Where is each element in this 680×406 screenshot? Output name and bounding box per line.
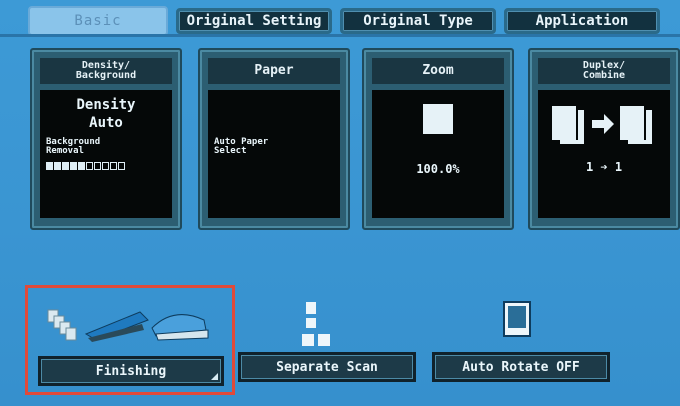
separate-scan-label: Separate Scan	[276, 359, 378, 375]
density-display: Density Auto Background Removal	[40, 90, 172, 218]
zoom-button[interactable]: Zoom 100.0%	[362, 48, 514, 230]
tab-basic[interactable]: Basic	[28, 6, 168, 36]
density-background-title: Density/ Background	[40, 58, 172, 84]
expand-corner-icon	[211, 373, 218, 380]
background-removal-label: Background Removal	[46, 137, 101, 156]
duplex-pages-icon	[552, 106, 652, 144]
meter-segment	[62, 162, 69, 170]
duplex-value: 1 ➔ 1	[585, 160, 623, 174]
meter-segment	[102, 162, 109, 170]
background-removal-meter	[46, 162, 125, 170]
finishing-icon	[47, 309, 209, 342]
tab-original-type[interactable]: Original Type	[340, 8, 496, 34]
meter-segment	[118, 162, 125, 170]
paper-button[interactable]: Paper Auto Paper Select	[198, 48, 350, 230]
zoom-value: 100.0%	[416, 162, 460, 176]
density-background-button[interactable]: Density/ Background Density Auto Backgro…	[30, 48, 182, 230]
paper-display: Auto Paper Select	[208, 90, 340, 218]
paper-value: Auto Paper Select	[214, 137, 269, 156]
density-value: Density Auto	[76, 97, 136, 131]
meter-segment	[86, 162, 93, 170]
finishing-button[interactable]: Finishing	[38, 356, 224, 386]
copier-screen: Basic Original Setting Original Type App…	[0, 0, 680, 406]
tab-divider	[0, 34, 680, 37]
tab-application[interactable]: Application	[504, 8, 660, 34]
tab-original-setting[interactable]: Original Setting	[176, 8, 332, 34]
duplex-display: 1 ➔ 1	[538, 90, 670, 218]
meter-segment	[94, 162, 101, 170]
duplex-combine-button[interactable]: Duplex/ Combine 1 ➔ 1	[528, 48, 680, 230]
separate-scan-icon	[302, 302, 330, 346]
zoom-title: Zoom	[372, 58, 504, 84]
meter-segment	[70, 162, 77, 170]
auto-rotate-label: Auto Rotate OFF	[462, 359, 580, 375]
finishing-label: Finishing	[95, 363, 167, 379]
zoom-display: 100.0%	[372, 90, 504, 218]
meter-segment	[78, 162, 85, 170]
meter-segment	[110, 162, 117, 170]
meter-segment	[46, 162, 53, 170]
auto-rotate-icon	[503, 301, 531, 337]
meter-segment	[54, 162, 61, 170]
zoom-square-icon	[423, 104, 453, 134]
auto-rotate-button[interactable]: Auto Rotate OFF	[432, 352, 610, 382]
duplex-combine-title: Duplex/ Combine	[538, 58, 670, 84]
paper-title: Paper	[208, 58, 340, 84]
separate-scan-button[interactable]: Separate Scan	[238, 352, 416, 382]
